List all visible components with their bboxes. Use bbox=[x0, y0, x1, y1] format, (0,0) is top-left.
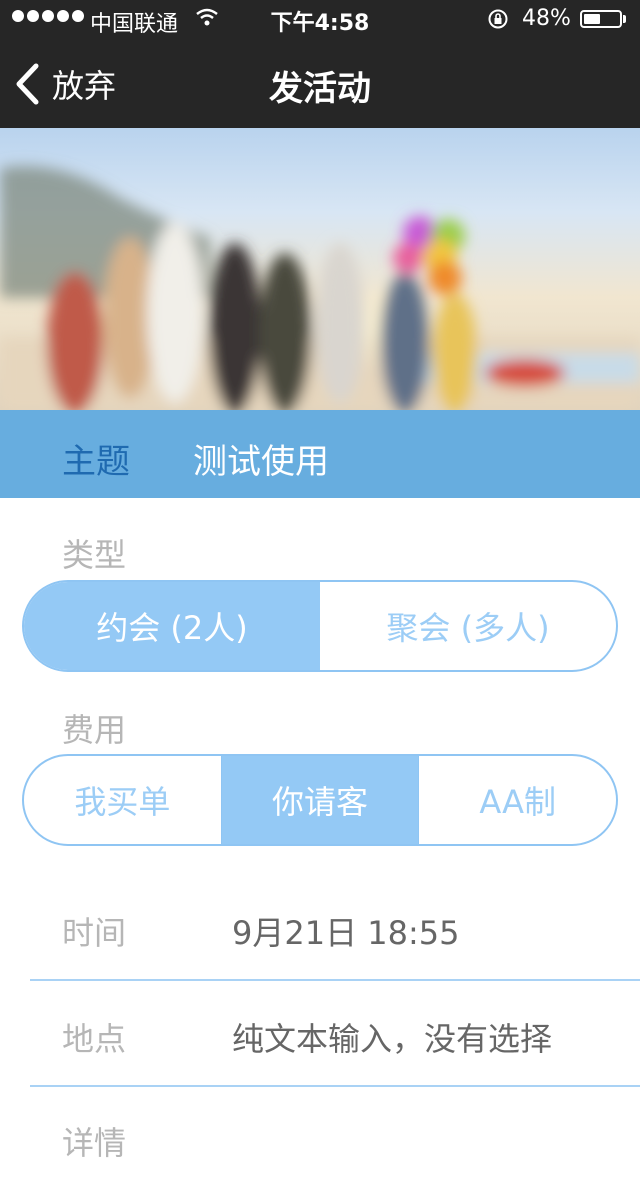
battery-tip bbox=[623, 15, 626, 23]
type-section-label: 类型 bbox=[62, 536, 127, 574]
type-option-party[interactable]: 聚会 (多人) bbox=[320, 582, 616, 670]
type-segmented-control: 约会 (2人) 聚会 (多人) bbox=[22, 580, 618, 672]
beach-party-photo bbox=[0, 166, 640, 410]
fee-option-i-pay[interactable]: 我买单 bbox=[24, 756, 221, 844]
place-label: 地点 bbox=[62, 1020, 127, 1058]
place-row[interactable]: 地点 纯文本输入，没有选择 bbox=[0, 984, 640, 1090]
time-label: 时间 bbox=[62, 914, 127, 952]
details-row[interactable]: 详情 bbox=[0, 1090, 640, 1196]
time-value: 9月21日 18:55 bbox=[232, 914, 460, 952]
battery-fill bbox=[584, 14, 600, 24]
navigation-bar: 放弃 发活动 bbox=[0, 40, 640, 128]
divider bbox=[30, 1085, 640, 1087]
fee-segmented-control: 我买单 你请客 AA制 bbox=[22, 754, 618, 846]
divider bbox=[30, 979, 640, 981]
battery-icon bbox=[580, 10, 622, 28]
subject-value: 测试使用 bbox=[193, 442, 329, 482]
time-row[interactable]: 时间 9月21日 18:55 bbox=[0, 878, 640, 984]
fee-option-you-pay[interactable]: 你请客 bbox=[220, 756, 419, 844]
fee-section-label: 费用 bbox=[62, 711, 127, 749]
cover-photo[interactable] bbox=[0, 128, 640, 410]
subject-label: 主题 bbox=[62, 442, 130, 482]
page-title: 发活动 bbox=[269, 69, 371, 109]
orientation-lock-icon bbox=[488, 9, 508, 29]
subject-bar[interactable]: 主题 测试使用 bbox=[0, 410, 640, 498]
battery-percent: 48% bbox=[522, 6, 571, 31]
status-bar: 中国联通 下午4:58 48% bbox=[0, 0, 640, 40]
details-label: 详情 bbox=[62, 1124, 127, 1162]
place-value: 纯文本输入，没有选择 bbox=[232, 1020, 553, 1058]
top-bar: 中国联通 下午4:58 48% 放弃 发活动 bbox=[0, 0, 640, 128]
fee-option-split[interactable]: AA制 bbox=[418, 756, 616, 844]
type-option-date[interactable]: 约会 (2人) bbox=[24, 582, 320, 670]
